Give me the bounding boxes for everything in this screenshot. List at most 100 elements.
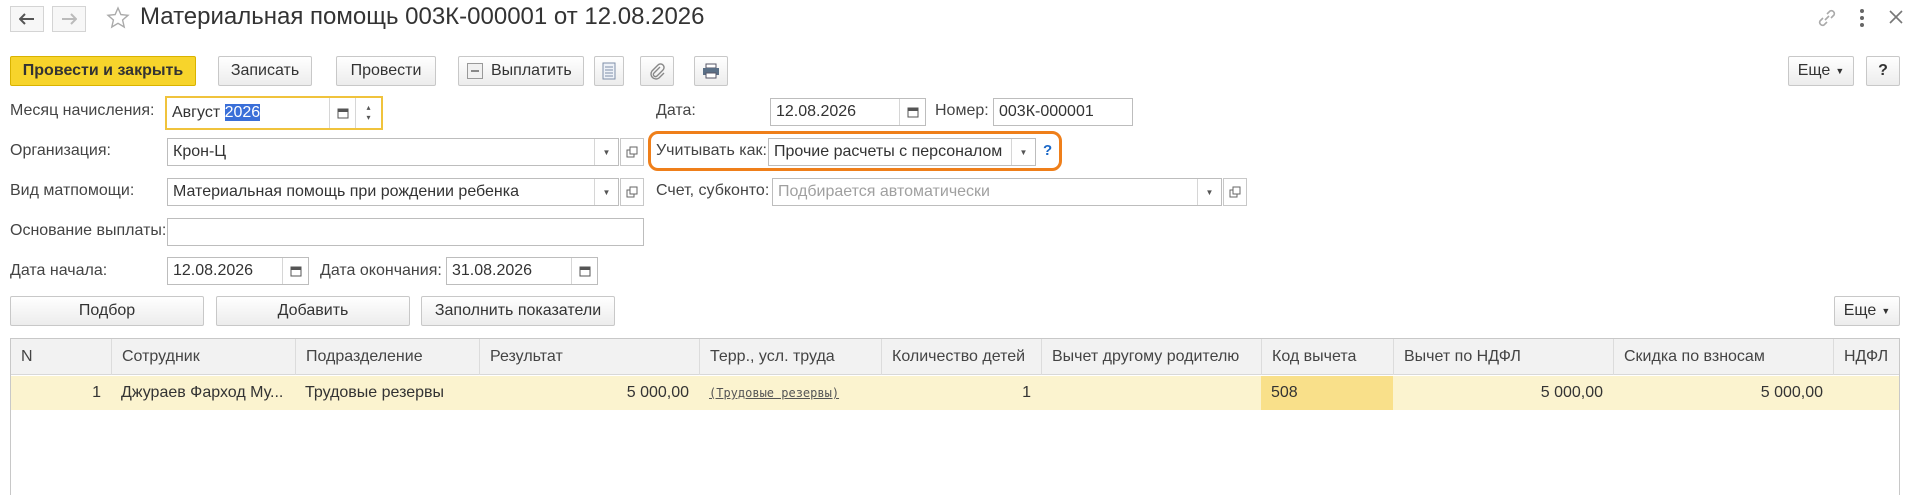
end-date-field[interactable]: 31.08.2026 [446,257,598,285]
account-as-field[interactable]: Прочие расчеты с персоналом ▼ [768,138,1036,166]
print-button[interactable] [694,56,728,86]
printer-icon [703,63,719,79]
account-as-label: Учитывать как: [656,142,767,159]
territory-link[interactable]: (Трудовые резервы) [709,386,839,400]
close-icon[interactable] [1888,9,1904,30]
calendar-icon[interactable] [329,98,355,128]
start-date-field[interactable]: 12.08.2026 [167,257,309,285]
aid-type-label: Вид матпомощи: [10,182,135,199]
column-header-territory[interactable]: Терр., усл. труда [699,339,881,375]
end-date-value: 31.08.2026 [452,262,533,279]
arrow-right-icon [62,13,77,25]
number-field[interactable]: 003К-000001 [993,98,1133,126]
calendar-icon[interactable] [282,258,308,284]
month-label: Месяц начисления: [10,102,155,119]
cell-territory[interactable]: (Трудовые резервы) [699,376,881,410]
pay-icon [467,63,483,79]
link-icon[interactable] [1816,7,1838,34]
post-and-close-button[interactable]: Провести и закрыть [10,56,196,86]
open-organization-button[interactable] [620,138,644,166]
column-header-children[interactable]: Количество детей [881,339,1041,375]
report-button[interactable] [594,56,624,86]
open-form-icon [626,146,638,158]
account-help-link[interactable]: ? [1043,142,1052,159]
paperclip-icon [650,63,665,80]
attach-button[interactable] [640,56,674,86]
column-header-deduction[interactable]: Вычет по НДФЛ [1393,339,1613,375]
arrow-left-icon [19,13,34,25]
cell-deduction[interactable]: 5 000,00 [1393,376,1613,410]
organization-value: Крон-Ц [173,143,227,160]
favorite-star-icon[interactable] [106,6,130,35]
spin-down-icon[interactable]: ▾ [366,113,370,123]
date-field[interactable]: 12.08.2026 [770,98,926,126]
table-more-button[interactable]: Еще ▼ [1834,296,1900,326]
spin-up-icon[interactable]: ▴ [366,103,370,113]
column-header-discount[interactable]: Скидка по взносам [1613,339,1833,375]
organization-label: Организация: [10,142,111,159]
basis-field[interactable] [167,218,644,246]
table-row[interactable]: 1 Джураев Фарход Му... Трудовые резервы … [11,376,1899,410]
month-value: Август [172,104,225,121]
more-vertical-icon[interactable] [1858,8,1866,33]
column-header-ndfl[interactable]: НДФЛ [1833,339,1901,375]
open-aid-type-button[interactable] [620,178,644,206]
column-header-department[interactable]: Подразделение [295,339,479,375]
pick-button[interactable]: Подбор [10,296,204,326]
pay-button[interactable]: Выплатить [458,56,584,86]
dropdown-icon[interactable]: ▼ [1011,139,1035,165]
column-header-result[interactable]: Результат [479,339,699,375]
calendar-icon[interactable] [899,99,925,125]
cell-employee[interactable]: Джураев Фарход Му... [111,376,295,410]
cell-result[interactable]: 5 000,00 [479,376,699,410]
column-header-code[interactable]: Код вычета [1261,339,1393,375]
add-button[interactable]: Добавить [216,296,410,326]
more-label: Еще [1797,62,1831,79]
cell-department[interactable]: Трудовые резервы [295,376,479,410]
month-spinner[interactable]: ▴ ▾ [355,98,381,128]
number-value: 003К-000001 [999,103,1094,120]
cell-discount[interactable]: 5 000,00 [1613,376,1833,410]
column-header-n[interactable]: N [11,339,111,375]
subconto-field[interactable]: Подбирается автоматически ▼ [772,178,1222,206]
cell-other-parent[interactable] [1041,376,1261,410]
end-date-label: Дата окончания: [320,262,442,279]
document-icon [602,62,616,80]
open-form-icon [626,186,638,198]
dropdown-icon[interactable]: ▼ [1197,179,1221,205]
account-as-value: Прочие расчеты с персоналом [774,143,1003,160]
start-date-value: 12.08.2026 [173,262,254,279]
pay-label: Выплатить [491,62,572,79]
subconto-label: Счет, субконто: [656,182,770,199]
help-button[interactable]: ? [1866,56,1900,86]
number-label: Номер: [935,102,989,119]
cell-children[interactable]: 1 [881,376,1041,410]
basis-label: Основание выплаты: [10,222,167,239]
table-more-label: Еще [1843,302,1877,319]
chevron-down-icon: ▼ [1881,306,1891,316]
dropdown-icon[interactable]: ▼ [594,179,618,205]
open-subconto-button[interactable] [1223,178,1247,206]
forward-button[interactable] [52,6,86,32]
subconto-placeholder: Подбирается автоматически [778,183,990,200]
cell-code[interactable]: 508 [1261,376,1393,410]
cell-ndfl[interactable] [1833,376,1901,410]
save-button[interactable]: Записать [218,56,312,86]
dropdown-icon[interactable]: ▼ [594,139,618,165]
aid-type-field[interactable]: Материальная помощь при рождении ребенка… [167,178,619,206]
column-header-employee[interactable]: Сотрудник [111,339,295,375]
table-header: N Сотрудник Подразделение Результат Терр… [11,339,1899,375]
post-button[interactable]: Провести [336,56,436,86]
calendar-icon[interactable] [571,258,597,284]
organization-field[interactable]: Крон-Ц ▼ [167,138,619,166]
column-header-other-parent[interactable]: Вычет другому родителю [1041,339,1261,375]
date-value: 12.08.2026 [776,103,857,120]
open-form-icon [1229,186,1241,198]
month-field[interactable]: Август 2026 ▴ ▾ [165,96,383,130]
month-selected-year: 2026 [224,104,261,121]
employees-table[interactable]: N Сотрудник Подразделение Результат Терр… [10,338,1900,495]
window-title: Материальная помощь 003К-000001 от 12.08… [140,3,705,30]
more-button[interactable]: Еще ▼ [1788,56,1854,86]
back-button[interactable] [10,6,44,32]
fill-indicators-button[interactable]: Заполнить показатели [421,296,615,326]
